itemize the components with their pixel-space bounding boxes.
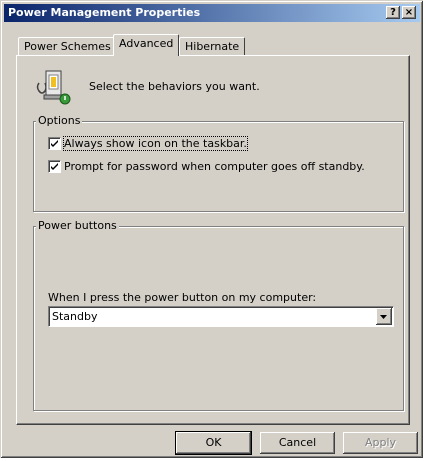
- dialog-window: Power Management Properties ? × Power Sc…: [0, 0, 423, 458]
- checkmark-icon: [51, 163, 58, 170]
- close-button[interactable]: ×: [402, 6, 416, 19]
- help-button[interactable]: ?: [386, 6, 400, 19]
- options-legend: Options: [36, 114, 83, 127]
- checkmark-icon: [51, 140, 58, 147]
- power-button-label: When I press the power button on my comp…: [48, 291, 317, 304]
- apply-button[interactable]: Apply: [343, 432, 418, 454]
- prompt-password-label[interactable]: Prompt for password when computer goes o…: [64, 160, 365, 173]
- power-button-action-select[interactable]: Standby: [48, 306, 394, 327]
- prompt-password-checkbox[interactable]: [48, 160, 61, 173]
- title-bar[interactable]: Power Management Properties ? ×: [4, 4, 420, 22]
- chevron-down-icon: [380, 315, 387, 319]
- always-show-icon-checkbox[interactable]: [48, 137, 61, 150]
- power-settings-icon: [35, 69, 75, 107]
- tab-advanced[interactable]: Advanced: [113, 34, 180, 56]
- always-show-icon-label[interactable]: Always show icon on the taskbar.: [63, 136, 248, 151]
- tab-power-schemes[interactable]: Power Schemes: [18, 37, 117, 56]
- intro-text: Select the behaviors you want.: [89, 80, 260, 93]
- ok-button[interactable]: OK: [176, 432, 251, 454]
- cancel-button[interactable]: Cancel: [260, 432, 335, 454]
- window-title: Power Management Properties: [8, 6, 201, 19]
- power-buttons-legend: Power buttons: [36, 219, 119, 232]
- power-button-action-value: Standby: [52, 310, 98, 323]
- tab-hibernate[interactable]: Hibernate: [179, 37, 246, 56]
- dropdown-button[interactable]: [376, 308, 392, 325]
